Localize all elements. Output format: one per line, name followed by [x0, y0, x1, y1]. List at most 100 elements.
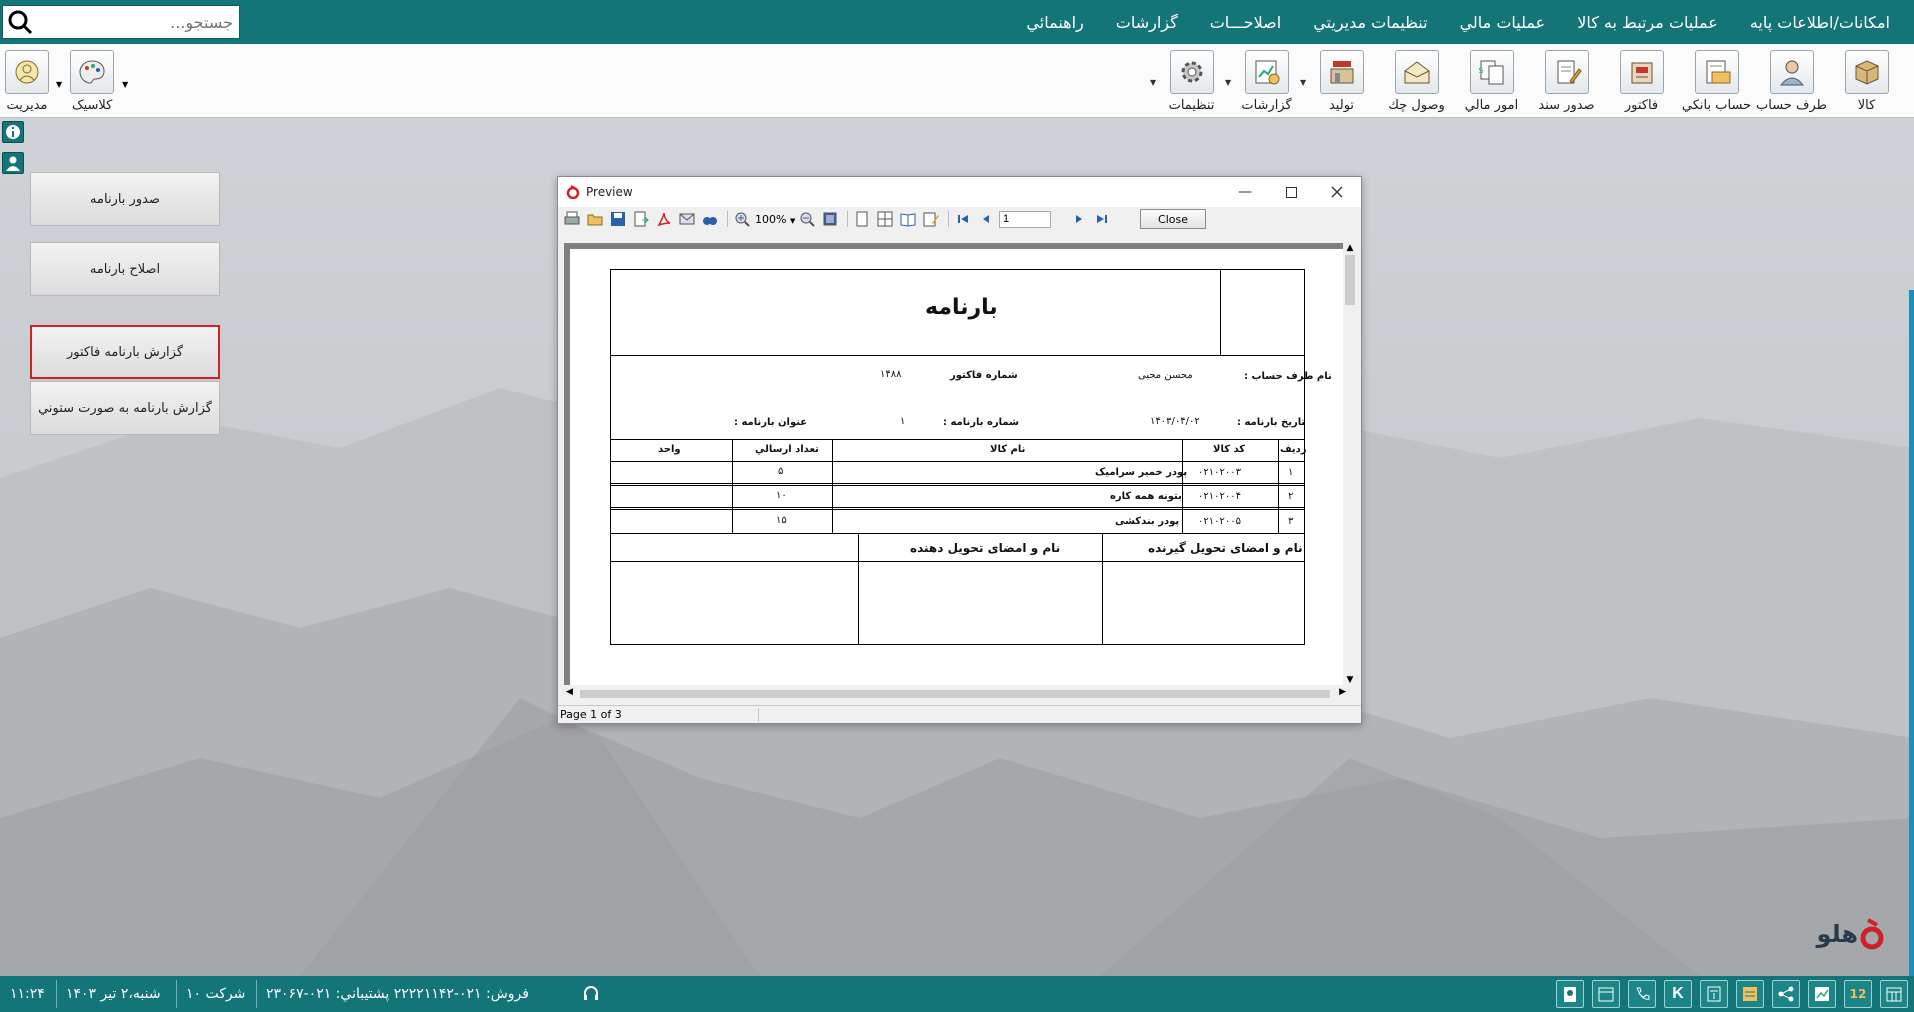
calendar-icon[interactable]: [1592, 980, 1620, 1008]
single-page-icon[interactable]: [852, 210, 872, 228]
signature-border: [1102, 533, 1103, 645]
notes-icon[interactable]: [1736, 980, 1764, 1008]
table-cell-code: ۰۲۱۰۲۰۰۳: [1198, 467, 1241, 478]
menu-goods-operations[interactable]: عمليات مرتبط به کالا: [1561, 13, 1734, 32]
export-icon[interactable]: [631, 210, 651, 228]
signature-border: [858, 533, 859, 645]
page-count-status: Page 1 of 3: [560, 708, 622, 721]
toolbar-bank-account-button[interactable]: حساب بانکي: [1679, 46, 1754, 113]
next-page-icon[interactable]: [1069, 210, 1089, 228]
menu-financial-operations[interactable]: عمليات مالي: [1444, 13, 1562, 32]
table-border: [610, 507, 1305, 508]
column-header-row: رديف: [1280, 444, 1307, 455]
admin-icon: [5, 50, 49, 94]
toolbar-reports-button[interactable]: گزارشات ▼: [1225, 46, 1304, 113]
account-label: نام طرف حساب :: [1244, 371, 1332, 382]
grid-calendar-icon[interactable]: [1880, 980, 1908, 1008]
pdf-icon[interactable]: [654, 210, 674, 228]
waybill-invoice-report-button[interactable]: گزارش بارنامه فاکتور: [30, 325, 220, 379]
save-icon[interactable]: [608, 210, 628, 228]
horizontal-scrollbar[interactable]: ◀ ▶: [564, 687, 1348, 701]
toolbar-management-button[interactable]: مديريت: [2, 46, 52, 113]
toolbar-account-button[interactable]: طرف حساب: [1754, 46, 1829, 113]
toolbar-production-button[interactable]: توليد ▼: [1300, 46, 1379, 113]
toolbar-invoice-button[interactable]: فاکتور: [1604, 46, 1679, 113]
toolbar-classic-theme-label: کلاسیک: [71, 98, 113, 113]
close-preview-button[interactable]: Close: [1140, 209, 1206, 229]
info-icon[interactable]: [2, 121, 24, 143]
calendar-day-number: 12: [1849, 987, 1867, 1001]
vertical-scrollbar[interactable]: ▲ ▼: [1343, 243, 1357, 685]
print-icon[interactable]: [562, 210, 582, 228]
find-icon[interactable]: [700, 210, 720, 228]
signature-border: [610, 561, 1305, 562]
zoom-out-icon[interactable]: [797, 210, 817, 228]
minimize-button[interactable]: —: [1222, 177, 1268, 207]
zoom-in-icon[interactable]: [732, 210, 752, 228]
toolbar-classic-theme-button[interactable]: کلاسیک: [62, 46, 122, 113]
logo-mark-icon: [1860, 918, 1884, 950]
page-number-input[interactable]: [999, 210, 1051, 228]
email-icon[interactable]: [677, 210, 697, 228]
k-shortcut-icon[interactable]: K: [1664, 980, 1692, 1008]
money-docs-icon: $: [1469, 50, 1514, 94]
table-cell-quantity: ۱۵: [776, 515, 787, 526]
toolbar-financial-affairs-button[interactable]: $ امور مالي: [1454, 46, 1529, 113]
menu-help[interactable]: راهنمائي: [1010, 13, 1099, 32]
table-border: [610, 461, 1305, 462]
multi-page-icon[interactable]: [875, 210, 895, 228]
edit-waybill-button[interactable]: اصلاح بارنامه: [30, 242, 220, 296]
calendar-day-icon[interactable]: 12: [1844, 980, 1872, 1008]
scroll-up-icon[interactable]: ▲: [1343, 243, 1357, 253]
zoom-select[interactable]: 100% ▼: [755, 213, 797, 226]
chevron-down-icon[interactable]: ▼: [122, 80, 128, 113]
search-icon[interactable]: [3, 6, 37, 38]
phone-icon[interactable]: [1628, 980, 1656, 1008]
share-icon[interactable]: [1772, 980, 1800, 1008]
close-window-button[interactable]: [1314, 177, 1360, 207]
toolbar-cheque-collection-button[interactable]: وصول چك: [1379, 46, 1454, 113]
book-icon[interactable]: [898, 210, 918, 228]
logo-text: هلو: [1816, 920, 1858, 948]
table-border: [610, 509, 1305, 510]
issue-waybill-button[interactable]: صدور بارنامه: [30, 172, 220, 226]
open-folder-icon[interactable]: [585, 210, 605, 228]
headset-icon[interactable]: [582, 985, 600, 1007]
menu-basic-info[interactable]: امکانات/اطلاعات پايه: [1734, 13, 1906, 32]
user-profile-icon[interactable]: [2, 152, 24, 174]
scroll-right-icon[interactable]: ▶: [1339, 687, 1346, 697]
table-border: [610, 533, 1305, 534]
table-cell-row: ۱: [1288, 467, 1294, 478]
toolbar-settings-label: تنظيمات: [1168, 98, 1215, 113]
waybill-column-report-button[interactable]: گزارش بارنامه به صورت ستوني: [30, 381, 220, 435]
edit-report-icon[interactable]: [921, 210, 941, 228]
clipboard-user-icon[interactable]: [1556, 980, 1584, 1008]
column-header-name: نام كالا: [990, 444, 1026, 455]
scroll-thumb[interactable]: [1345, 255, 1355, 305]
fit-page-icon[interactable]: [820, 210, 840, 228]
scroll-left-icon[interactable]: ◀: [566, 687, 573, 697]
scroll-down-icon[interactable]: ▼: [1343, 675, 1357, 685]
first-page-icon[interactable]: [953, 210, 973, 228]
table-cell-code: ۰۲۱۰۲۰۰۴: [1198, 491, 1241, 502]
table-cell-code: ۰۲۱۰۲۰۰۵: [1198, 516, 1241, 527]
chevron-down-icon[interactable]: ▼: [1150, 78, 1156, 87]
toolbar-settings-button[interactable]: تنظيمات ▼: [1150, 46, 1229, 113]
menu-reports[interactable]: گزارشات: [1100, 13, 1194, 32]
previous-page-icon[interactable]: [976, 210, 996, 228]
toolbar-issue-document-button[interactable]: صدور سند: [1529, 46, 1604, 113]
column-header-unit: واحد: [658, 444, 681, 455]
company-name: شركت ۱۰: [186, 986, 246, 1002]
scroll-thumb[interactable]: [580, 690, 1330, 698]
menu-corrections[interactable]: اصلاحـــات: [1194, 13, 1297, 32]
toolbar-goods-button[interactable]: کالا: [1829, 46, 1904, 113]
menu-management-settings[interactable]: تنظيمات مديريتي: [1297, 13, 1443, 32]
calculator-icon[interactable]: [1700, 980, 1728, 1008]
search-input[interactable]: [37, 7, 237, 37]
chart-icon[interactable]: [1808, 980, 1836, 1008]
maximize-button[interactable]: [1268, 177, 1314, 207]
waybill-number-value: ۱: [900, 416, 906, 427]
report-title: بارنامه: [925, 295, 998, 320]
table-border: [610, 485, 1305, 486]
last-page-icon[interactable]: [1092, 210, 1112, 228]
